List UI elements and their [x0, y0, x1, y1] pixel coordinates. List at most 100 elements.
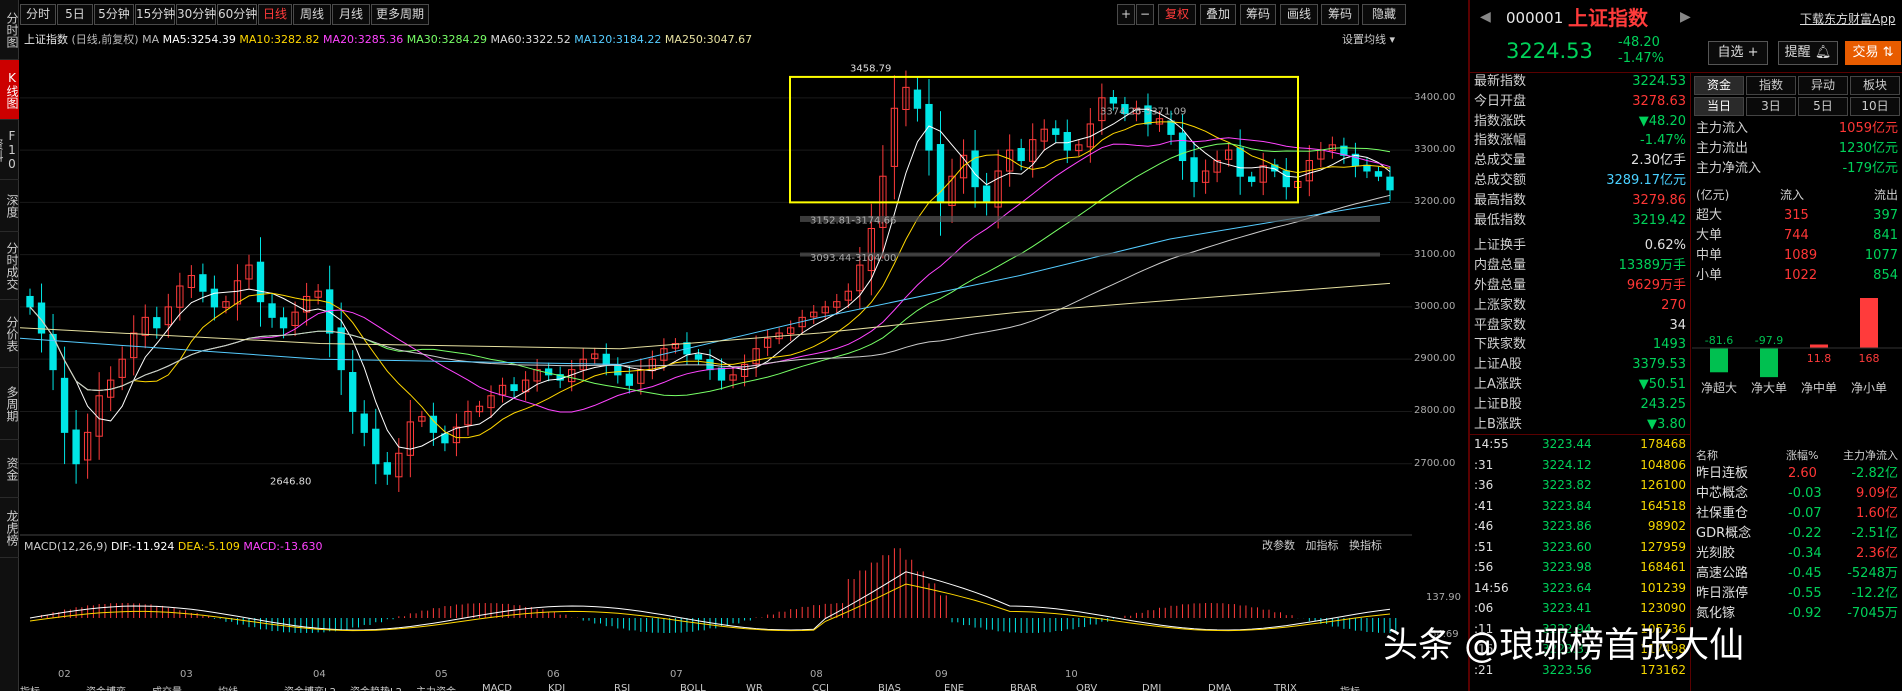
period-tab-2[interactable]: 5分钟 — [94, 4, 134, 25]
index-name: 上证指数 — [24, 33, 68, 46]
sector-name-2[interactable]: 社保重仓 — [1696, 506, 1748, 522]
candle-body — [694, 354, 703, 360]
macd-add-button[interactable]: 加指标 — [1306, 539, 1339, 552]
month-label-2: 04 — [313, 669, 326, 680]
bottom-tab-19[interactable]: TRIX — [1274, 683, 1297, 691]
fund-subtab-2[interactable]: 5日 — [1798, 97, 1848, 116]
fund-row-label-0: 超大 — [1696, 208, 1723, 223]
sector-name-0[interactable]: 昨日连板 — [1696, 466, 1748, 482]
prev-stock-icon[interactable]: ◀ — [1480, 9, 1491, 25]
tick-volume-8: 123090 — [1640, 601, 1686, 615]
bottom-tab-6[interactable]: 主力资金 — [416, 683, 456, 691]
bottom-tab-11[interactable]: WR — [746, 683, 763, 691]
bottom-tab-8[interactable]: KDJ — [548, 683, 565, 691]
sector-name-3[interactable]: GDR概念 — [1696, 526, 1751, 542]
quote-value-5: 3289.17亿元 — [1606, 173, 1686, 188]
tick-time-4: :46 — [1474, 519, 1494, 533]
bottom-tab-5[interactable]: 资金趋势L2 — [350, 683, 402, 691]
price-tick-3: 3100.00 — [1414, 248, 1456, 260]
period-tab-3[interactable]: 15分钟 — [135, 4, 175, 25]
toolbar-right-button-1[interactable]: − — [1136, 4, 1154, 25]
tick-price-8: 3223.41 — [1542, 601, 1592, 615]
bottom-tab-20[interactable]: 指标 — [1340, 683, 1360, 691]
ma250-value: MA250:3047.67 — [664, 33, 753, 46]
fund-subtab-3[interactable]: 10日 — [1850, 97, 1900, 116]
download-app-link[interactable]: 下载东方财富App — [1800, 11, 1895, 27]
bottom-tab-12[interactable]: CCI — [812, 683, 829, 691]
toolbar-right-button-4[interactable]: 筹码 — [1240, 4, 1276, 25]
left-nav-item-1[interactable]: K线图 — [0, 60, 19, 120]
left-nav-item-6[interactable]: 多周期 — [0, 368, 19, 440]
period-tab-8[interactable]: 月线 — [332, 4, 370, 25]
period-tab-1[interactable]: 5日 — [57, 4, 93, 25]
period-tab-6[interactable]: 日线 — [258, 4, 292, 25]
bottom-tab-9[interactable]: RSI — [614, 683, 630, 691]
ma10-line — [29, 121, 1391, 439]
bottom-tab-4[interactable]: 资金博弈L2 — [284, 683, 336, 691]
sector-name-5[interactable]: 高速公路 — [1696, 566, 1748, 582]
fund-subtab-1[interactable]: 3日 — [1746, 97, 1796, 116]
bottom-tab-17[interactable]: DMI — [1142, 683, 1161, 691]
macd-param-button[interactable]: 改参数 — [1262, 539, 1295, 552]
bottom-tab-18[interactable]: DMA — [1208, 683, 1231, 691]
left-nav-item-4[interactable]: 分时成交 — [0, 232, 19, 300]
bottom-tab-1[interactable]: 资金博弈 — [86, 683, 126, 691]
fund-tab-1[interactable]: 指数 — [1746, 76, 1796, 95]
period-tab-7[interactable]: 周线 — [293, 4, 331, 25]
sector-flow-1: 9.09亿 — [1856, 486, 1898, 501]
alert-button[interactable]: 提醒 🔔︎ — [1778, 41, 1838, 65]
period-tab-4[interactable]: 30分钟 — [176, 4, 216, 25]
price-pct: -1.47% — [1618, 51, 1664, 66]
candle-body — [383, 462, 391, 475]
toolbar-right-button-7[interactable]: 隐藏 — [1362, 4, 1406, 25]
fund-row-in-2: 1089 — [1784, 248, 1818, 263]
candle-body — [1363, 164, 1371, 172]
list-head-2: 主力净流入 — [1843, 449, 1898, 462]
bottom-tab-14[interactable]: ENE — [944, 683, 964, 691]
sector-name-6[interactable]: 昨日涨停 — [1696, 586, 1748, 602]
month-label-0: 02 — [58, 669, 71, 680]
bottom-tab-7[interactable]: MACD — [482, 683, 512, 691]
toolbar-right-button-0[interactable]: + — [1117, 4, 1135, 25]
bottom-tab-15[interactable]: BRAR — [1010, 683, 1037, 691]
kline-chart[interactable]: 3458.79 2646.80 3374.26-3371.09 3152.81-317… — [20, 48, 1412, 690]
sector-name-4[interactable]: 光刻胶 — [1696, 546, 1735, 562]
toolbar-right-button-5[interactable]: 画线 — [1280, 4, 1318, 25]
quote-label-12: 平盘家数 — [1474, 317, 1527, 333]
toolbar-right-button-2[interactable]: 复权 — [1158, 4, 1196, 25]
fund-subtab-0[interactable]: 当日 — [1694, 97, 1744, 116]
fund-tab-0[interactable]: 资金 — [1694, 76, 1744, 95]
trade-button[interactable]: 交易 ⇅ — [1845, 41, 1901, 65]
left-nav-item-3[interactable]: 深度F9 — [0, 180, 19, 232]
bottom-tab-0[interactable]: 指标 — [20, 683, 40, 691]
toolbar-right-button-6[interactable]: 筹码 — [1321, 4, 1359, 25]
price-tick-6: 2800.00 — [1414, 405, 1456, 417]
next-stock-icon[interactable]: ▶ — [1680, 9, 1691, 25]
bottom-tab-16[interactable]: OBV — [1076, 683, 1097, 691]
left-nav-item-0[interactable]: 分时图 — [0, 0, 19, 60]
quote-label-8: 上证换手 — [1474, 238, 1527, 254]
left-nav-item-7[interactable]: 资金 — [0, 440, 19, 498]
left-nav-item-2[interactable]: F10资料 — [0, 120, 19, 180]
bottom-tab-10[interactable]: BOLL — [680, 683, 706, 691]
toolbar-right-button-3[interactable]: 叠加 — [1200, 4, 1236, 25]
bottom-tab-2[interactable]: 成交量 — [152, 683, 182, 691]
quote-value-11: 270 — [1661, 297, 1686, 313]
ma-settings-button[interactable]: 设置均线 ▾ — [1342, 33, 1395, 47]
fund-tab-3[interactable]: 板块 — [1850, 76, 1900, 95]
trade-arrows-icon: ⇅ — [1882, 45, 1894, 60]
period-tab-5[interactable]: 60分钟 — [217, 4, 257, 25]
fund-tab-2[interactable]: 异动 — [1798, 76, 1848, 95]
period-tab-9[interactable]: 更多周期 — [371, 4, 429, 25]
macd-change-button[interactable]: 换指标 — [1349, 539, 1382, 552]
add-watchlist-button[interactable]: 自选 + — [1708, 41, 1768, 65]
bottom-tab-3[interactable]: 均线 — [218, 683, 238, 691]
sector-name-1[interactable]: 中芯概念 — [1696, 486, 1748, 502]
bottom-tab-13[interactable]: BIAS — [878, 683, 901, 691]
period-tab-0[interactable]: 分时 — [20, 4, 56, 25]
tick-time-1: :31 — [1474, 457, 1494, 472]
left-nav-item-8[interactable]: 龙虎榜 — [0, 498, 19, 558]
left-nav-item-5[interactable]: 分价表 — [0, 300, 19, 368]
fund-row-out-0: 397 — [1873, 208, 1898, 223]
flow-label-2: 主力净流入 — [1696, 161, 1762, 176]
